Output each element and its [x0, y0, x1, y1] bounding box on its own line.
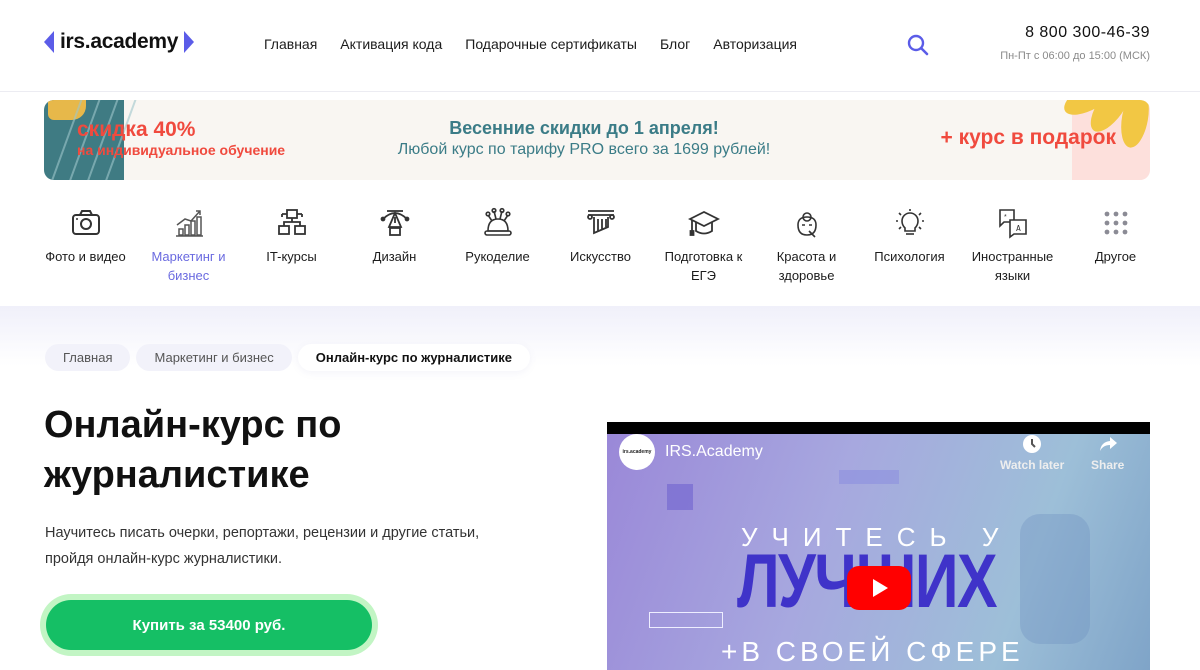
channel-name[interactable]: IRS.Academy	[665, 443, 763, 461]
nav-code-activation[interactable]: Активация кода	[340, 36, 442, 52]
promo-title: Весенние скидки до 1 апреля!	[449, 118, 719, 138]
category-label: Другое	[1094, 249, 1137, 264]
search-icon	[907, 34, 929, 56]
category-label: Рукоделие	[465, 249, 530, 264]
promo-discount-note: на индивидуальное обучение	[77, 142, 286, 158]
category-other[interactable]: Другое	[1064, 200, 1167, 285]
play-button[interactable]	[847, 566, 911, 610]
breadcrumb-current: Онлайн-курс по журналистике	[297, 344, 531, 371]
translate-icon: A*	[998, 209, 1027, 239]
page-title: Онлайн-курс по журналистике	[44, 404, 342, 496]
category-label: Подготовка к ЕГЭ	[664, 249, 743, 283]
logo-right-arrow-icon	[184, 31, 195, 53]
category-label: Иностранные языки	[971, 249, 1054, 283]
phone-number[interactable]: 8 800 300-46-39	[1000, 24, 1150, 42]
nav-gift-certificates[interactable]: Подарочные сертификаты	[465, 36, 637, 52]
category-exam-prep[interactable]: Подготовка к ЕГЭ	[652, 200, 755, 285]
channel-avatar[interactable]: irs.academy	[619, 434, 655, 470]
category-label: Маркетинг и бизнес	[151, 249, 226, 283]
category-label: Дизайн	[372, 249, 417, 264]
video-player[interactable]: УЧИТЕСЬ У ЛУЧШИХ +В СВОЕЙ СФЕРЕ irs.acad…	[607, 422, 1150, 670]
thumbnail-line-3: +В СВОЕЙ СФЕРЕ	[721, 636, 1024, 667]
share-label: Share	[1091, 458, 1125, 472]
video-channel[interactable]: irs.academy IRS.Academy	[619, 434, 763, 470]
promo-gift: + курс в подарок	[940, 126, 1116, 149]
pen-tool-icon	[380, 210, 409, 236]
site-header: irs.academy Главная Активация кода Подар…	[0, 0, 1200, 92]
category-marketing[interactable]: Маркетинг и бизнес	[137, 200, 240, 285]
contact-block: 8 800 300-46-39 Пн-Пт с 06:00 до 15:00 (…	[1000, 24, 1150, 62]
category-design[interactable]: Дизайн	[343, 200, 446, 285]
lightbulb-icon	[895, 209, 924, 235]
svg-text:*: *	[1004, 214, 1007, 221]
svg-text:A: A	[1016, 224, 1021, 233]
buy-button-glow: Купить за 53400 руб.	[40, 594, 378, 656]
logo-text: irs.academy	[60, 30, 179, 53]
category-handicraft[interactable]: Рукоделие	[446, 200, 549, 285]
category-label: Красота и здоровье	[776, 249, 837, 283]
buy-button[interactable]: Купить за 53400 руб.	[46, 600, 372, 650]
logo-left-arrow-icon	[44, 31, 54, 53]
category-art[interactable]: Искусство	[549, 200, 652, 285]
chart-growth-icon	[175, 210, 203, 237]
breadcrumb: Главная Маркетинг и бизнес Онлайн-курс п…	[45, 344, 531, 371]
nav-home[interactable]: Главная	[264, 36, 317, 52]
category-label: Искусство	[570, 249, 631, 264]
face-mask-icon	[796, 212, 817, 238]
watch-later-button[interactable]: Watch later	[1000, 434, 1064, 472]
main-nav: Главная Активация кода Подарочные сертиф…	[264, 36, 797, 52]
course-description: Научитесь писать очерки, репортажи, реце…	[45, 525, 480, 567]
nav-blog[interactable]: Блог	[660, 36, 690, 52]
clock-icon	[1023, 435, 1042, 453]
watch-later-label: Watch later	[1000, 458, 1065, 472]
network-icon	[277, 209, 306, 235]
breadcrumb-home[interactable]: Главная	[45, 344, 131, 371]
category-psychology[interactable]: Психология	[858, 200, 961, 285]
promo-discount: скидка 40%	[77, 118, 196, 141]
category-it[interactable]: IT-курсы	[240, 200, 343, 285]
promo-subtitle: Любой курс по тарифу PRO всего за 1699 р…	[397, 141, 771, 158]
category-photo-video[interactable]: Фото и видео	[34, 200, 137, 285]
share-arrow-icon	[1099, 437, 1117, 451]
category-label: Фото и видео	[45, 249, 126, 264]
category-beauty-health[interactable]: Красота и здоровье	[755, 200, 858, 285]
grid-dots-icon	[1104, 211, 1127, 235]
nav-login[interactable]: Авторизация	[713, 36, 797, 52]
promo-banner[interactable]: скидка 40% на индивидуальное обучение Ве…	[44, 100, 1150, 180]
search-button[interactable]	[906, 33, 930, 57]
category-bar: Фото и видео Маркетинг и бизнес IT-курсы…	[34, 200, 1174, 285]
graduation-cap-icon	[687, 210, 720, 236]
breadcrumb-marketing[interactable]: Маркетинг и бизнес	[136, 344, 292, 371]
category-label: IT-курсы	[266, 249, 317, 264]
logo[interactable]: irs.academy	[44, 30, 195, 54]
column-icon	[586, 210, 615, 235]
share-button[interactable]: Share	[1091, 434, 1124, 472]
camera-icon	[71, 210, 100, 235]
pincushion-icon	[483, 207, 512, 236]
category-label: Психология	[874, 249, 945, 264]
category-languages[interactable]: A * Иностранные языки	[961, 200, 1064, 285]
working-hours: Пн-Пт с 06:00 до 15:00 (МСК)	[1000, 50, 1150, 62]
